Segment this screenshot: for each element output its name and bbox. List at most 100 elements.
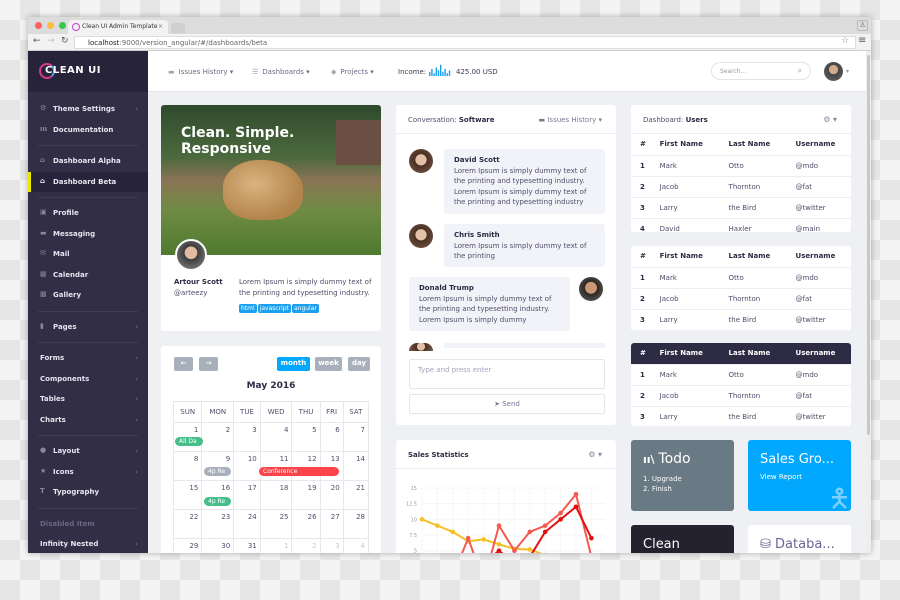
sidebar-item-typography[interactable]: T Typography	[28, 482, 148, 503]
calendar-day[interactable]: 28	[342, 509, 370, 539]
calendar-day[interactable]: 17	[233, 480, 261, 510]
sidebar-item-tables[interactable]: Tables ›	[28, 389, 148, 410]
sidebar-item-documentation[interactable]: ııı Documentation	[28, 120, 148, 141]
data-point[interactable]	[450, 529, 456, 535]
close-tab-icon[interactable]: ×	[158, 23, 163, 30]
sidebar-item-dashboard-beta[interactable]: ⌂ Dashboard Beta	[28, 171, 148, 192]
sidebar-item-dashboard-alpha[interactable]: ⌂ Dashboard Alpha	[28, 151, 148, 172]
logo[interactable]: CLEAN UI	[28, 51, 148, 92]
calendar-day[interactable]: 6	[319, 422, 344, 452]
tag-badge[interactable]: html	[239, 304, 257, 313]
calendar-day[interactable]: 22	[172, 509, 203, 539]
calendar-day[interactable]: 3	[319, 538, 344, 553]
data-point[interactable]	[542, 523, 548, 528]
calendar-day[interactable]: 24	[233, 509, 261, 539]
sidebar-item-layout[interactable]: ● Layout ›	[28, 441, 148, 462]
forward-icon[interactable]: →	[47, 36, 55, 46]
calendar-day[interactable]: 29	[172, 538, 203, 553]
calendar-day[interactable]: 4	[342, 538, 370, 553]
dashboards-menu[interactable]: ☰ Dashboards ▾	[252, 68, 310, 76]
calendar-day[interactable]: 11	[259, 451, 293, 481]
prev-month-button[interactable]: ←	[174, 357, 193, 371]
new-tab-button[interactable]	[171, 23, 185, 33]
back-icon[interactable]: ←	[33, 36, 41, 46]
tag-badge[interactable]: angular	[291, 304, 319, 313]
message-input[interactable]: Type and press enter	[409, 359, 605, 389]
calendar-day[interactable]: 21	[342, 480, 370, 510]
gear-icon[interactable]: ⚙ ▾	[823, 115, 837, 124]
todo-widget[interactable]: ıı\ Todo 1. Upgrade 2. Finish	[631, 440, 734, 511]
sales-growth-widget[interactable]: Sales Gro... View Report 🯅	[748, 440, 851, 511]
calendar-day[interactable]: 30	[201, 538, 235, 553]
reload-icon[interactable]: ↻	[61, 36, 69, 46]
day-view-button[interactable]: day	[348, 357, 370, 371]
data-point[interactable]	[527, 529, 533, 535]
issues-history-dropdown[interactable]: ▬ Issues History ▾	[539, 116, 602, 124]
calendar-day[interactable]: 5	[291, 422, 321, 452]
calendar-day[interactable]: 14	[342, 451, 370, 481]
data-point[interactable]	[496, 542, 502, 547]
sidebar-item-charts[interactable]: Charts ›	[28, 410, 148, 431]
calendar-day[interactable]: 31	[233, 538, 261, 553]
data-point[interactable]	[496, 523, 502, 528]
data-point[interactable]	[435, 523, 440, 528]
calendar-day[interactable]: 27	[319, 509, 344, 539]
data-point[interactable]	[573, 504, 579, 510]
user-avatar[interactable]	[824, 62, 843, 81]
issues-history-menu[interactable]: ▬ Issues History ▾	[168, 68, 233, 76]
browser-tab[interactable]: Clean UI Admin Template ×	[68, 20, 168, 34]
maximize-window-button[interactable]	[59, 22, 66, 29]
sidebar-item-components[interactable]: Components ›	[28, 369, 148, 390]
data-point[interactable]	[573, 491, 579, 497]
calendar-day[interactable]: 8	[172, 451, 203, 481]
database-widget[interactable]: ⛁ Databa...	[748, 525, 851, 553]
calendar-day[interactable]: 18	[259, 480, 293, 510]
sidebar-item-icons[interactable]: ★ Icons ›	[28, 462, 148, 483]
data-point[interactable]	[558, 517, 563, 522]
view-report-link[interactable]: View Report	[760, 473, 802, 481]
calendar-day[interactable]: 19	[291, 480, 321, 510]
calendar-event[interactable]: Conference	[259, 467, 339, 476]
calendar-day[interactable]: 3	[233, 422, 261, 452]
sidebar-item-mail[interactable]: ✉ Mail	[28, 244, 148, 265]
minimize-window-button[interactable]	[47, 22, 54, 29]
search-input[interactable]: Search... ⌕	[711, 62, 811, 80]
calendar-day[interactable]: 9	[201, 451, 235, 481]
week-view-button[interactable]: week	[315, 357, 342, 371]
close-window-button[interactable]	[35, 22, 42, 29]
calendar-day[interactable]: 10	[233, 451, 261, 481]
sidebar-item-infinity-nested[interactable]: Infinity Nested ›	[28, 534, 148, 553]
profile-icon[interactable]: ♙	[857, 20, 868, 31]
calendar-day[interactable]: 26	[291, 509, 321, 539]
data-point[interactable]	[542, 529, 548, 535]
sidebar-item-profile[interactable]: ▣ Profile	[28, 203, 148, 224]
calendar-day[interactable]: 13	[319, 451, 344, 481]
send-button[interactable]: ➤ Send	[409, 394, 605, 414]
calendar-day[interactable]: 2	[201, 422, 235, 452]
next-month-button[interactable]: →	[199, 357, 218, 371]
chevron-down-icon[interactable]: ▾	[846, 68, 849, 75]
url-input[interactable]: localhost:9000/version_angular/#/dashboa…	[74, 36, 856, 49]
calendar-day[interactable]: 12	[291, 451, 321, 481]
gear-icon[interactable]: ⚙ ▾	[588, 450, 602, 459]
calendar-day[interactable]: 2	[291, 538, 321, 553]
clean-widget[interactable]: Clean	[631, 525, 734, 553]
calendar-event[interactable]: 4p Re	[204, 467, 231, 476]
calendar-day[interactable]: 23	[201, 509, 235, 539]
calendar-day[interactable]: 15	[172, 480, 203, 510]
data-point[interactable]	[465, 535, 471, 541]
calendar-day[interactable]: 4	[259, 422, 293, 452]
tag-badge[interactable]: javascript	[257, 304, 291, 313]
sidebar-item-messaging[interactable]: ▬ Messaging	[28, 224, 148, 245]
calendar-day[interactable]: 1	[259, 538, 293, 553]
scrollbar[interactable]	[866, 51, 871, 553]
data-point[interactable]	[512, 548, 517, 553]
bookmark-star-icon[interactable]: ☆	[841, 36, 849, 46]
data-point[interactable]	[527, 547, 533, 552]
calendar-day[interactable]: 25	[259, 509, 293, 539]
calendar-day[interactable]: 20	[319, 480, 344, 510]
data-point[interactable]	[558, 510, 563, 516]
month-view-button[interactable]: month	[277, 357, 310, 371]
data-point[interactable]	[496, 548, 502, 553]
calendar-event[interactable]: 4p Re	[204, 497, 231, 506]
